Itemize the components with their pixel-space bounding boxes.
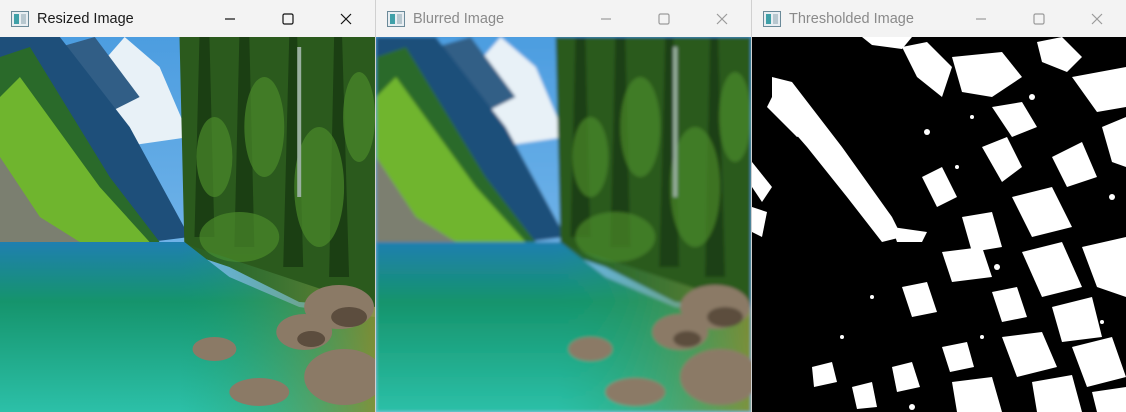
maximize-button[interactable] bbox=[635, 0, 693, 37]
minimize-icon bbox=[225, 17, 235, 20]
minimize-icon bbox=[601, 17, 611, 20]
image-canvas[interactable] bbox=[376, 37, 751, 412]
blurred-image-window: Blurred Image bbox=[376, 0, 752, 412]
maximize-icon bbox=[282, 12, 294, 25]
maximize-button[interactable] bbox=[259, 0, 317, 37]
thresholded-image-window: Thresholded Image bbox=[752, 0, 1126, 412]
close-icon bbox=[1091, 13, 1103, 24]
window-titlebar[interactable]: Resized Image bbox=[0, 0, 375, 37]
close-button[interactable] bbox=[1068, 0, 1126, 37]
minimize-button[interactable] bbox=[577, 0, 635, 37]
window-title: Thresholded Image bbox=[789, 10, 914, 27]
app-image-icon bbox=[763, 10, 781, 27]
app-image-icon bbox=[11, 10, 29, 27]
maximize-icon bbox=[1033, 12, 1045, 25]
window-title: Resized Image bbox=[37, 10, 134, 27]
landscape-photo bbox=[0, 37, 375, 412]
image-canvas[interactable] bbox=[0, 37, 375, 412]
window-titlebar[interactable]: Blurred Image bbox=[376, 0, 751, 37]
binary-threshold-image bbox=[752, 37, 1126, 412]
landscape-photo-blurred bbox=[376, 37, 751, 412]
maximize-icon bbox=[658, 12, 670, 25]
close-button[interactable] bbox=[693, 0, 751, 37]
window-title: Blurred Image bbox=[413, 10, 505, 27]
resized-image-window: Resized Image bbox=[0, 0, 376, 412]
minimize-button[interactable] bbox=[952, 0, 1010, 37]
app-image-icon bbox=[387, 10, 405, 27]
close-button[interactable] bbox=[317, 0, 375, 37]
image-canvas[interactable] bbox=[752, 37, 1126, 412]
close-icon bbox=[340, 13, 352, 24]
minimize-icon bbox=[976, 17, 986, 20]
close-icon bbox=[716, 13, 728, 24]
window-titlebar[interactable]: Thresholded Image bbox=[752, 0, 1126, 37]
minimize-button[interactable] bbox=[201, 0, 259, 37]
maximize-button[interactable] bbox=[1010, 0, 1068, 37]
